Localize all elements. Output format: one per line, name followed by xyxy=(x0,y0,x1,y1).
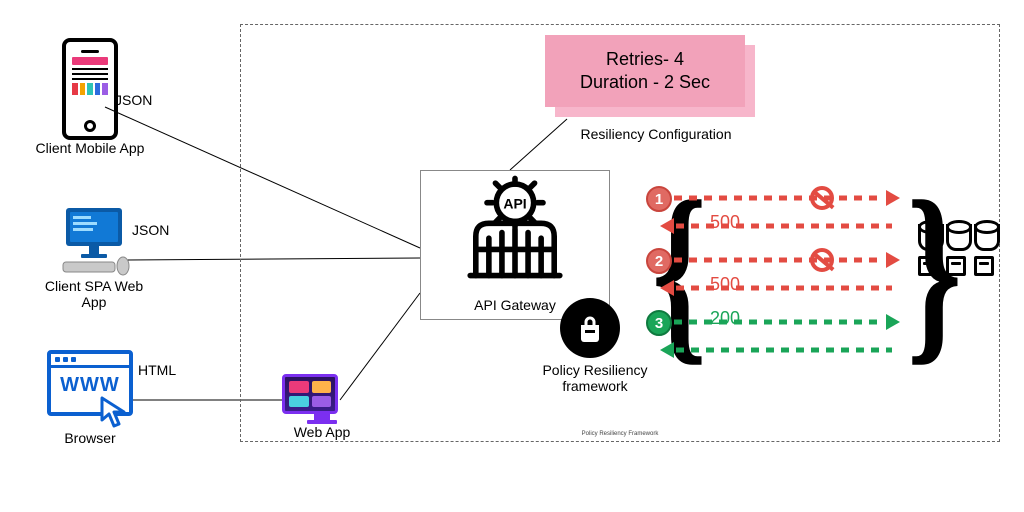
attempt-3-badge: 3 xyxy=(646,310,672,336)
webapp-icon xyxy=(282,374,362,424)
retry-flow: 1 500 2 500 3 200 xyxy=(660,188,900,360)
api-gateway-icon: API xyxy=(455,171,575,283)
attempt-1-status: 500 xyxy=(710,212,740,233)
boundary-caption: Policy Resiliency Framework xyxy=(582,431,659,437)
svg-text:API: API xyxy=(503,195,526,211)
client-browser-label: Browser xyxy=(30,430,150,446)
web-app: Web App xyxy=(282,374,362,440)
retry-attempt-2-request: 2 xyxy=(660,250,900,270)
policy-resiliency-icon xyxy=(560,298,620,358)
policy-resiliency-label: Policy Resiliency framework xyxy=(540,362,650,394)
attempt-2-badge: 2 xyxy=(646,248,672,274)
resiliency-config-box: Retries- 4 Duration - 2 Sec xyxy=(545,35,755,117)
web-app-label: Web App xyxy=(282,424,362,440)
browser-icon: WWW xyxy=(42,350,138,416)
server-icon xyxy=(974,220,994,276)
forbid-icon xyxy=(810,186,834,210)
config-line2: Duration - 2 Sec xyxy=(580,71,710,94)
attempt-1-badge: 1 xyxy=(646,186,672,212)
retry-attempt-1-response: 500 xyxy=(660,216,900,236)
edge-label-mobile: JSON xyxy=(115,92,152,108)
api-gateway-box: API API Gateway xyxy=(420,170,610,320)
client-browser: WWW Browser xyxy=(30,350,150,446)
config-caption: Resiliency Configuration xyxy=(556,126,756,142)
edge-label-browser: HTML xyxy=(138,362,176,378)
server-icon xyxy=(946,220,966,276)
backend-servers xyxy=(918,220,994,276)
retry-attempt-3-response xyxy=(660,340,900,360)
config-line1: Retries- 4 xyxy=(606,48,684,71)
server-icon xyxy=(918,220,938,276)
api-gateway-label: API Gateway xyxy=(474,297,556,313)
retry-attempt-3-request: 3 200 xyxy=(660,312,900,332)
forbid-icon xyxy=(810,248,834,272)
phone-icon xyxy=(62,38,118,140)
client-mobile-label: Client Mobile App xyxy=(30,140,150,156)
retry-attempt-2-response: 500 xyxy=(660,278,900,298)
edge-label-spa: JSON xyxy=(132,222,169,238)
attempt-2-status: 500 xyxy=(710,274,740,295)
desktop-icon xyxy=(55,206,133,278)
attempt-3-status: 200 xyxy=(710,308,740,329)
retry-attempt-1-request: 1 xyxy=(660,188,900,208)
client-spa-label: Client SPA Web App xyxy=(32,278,156,310)
